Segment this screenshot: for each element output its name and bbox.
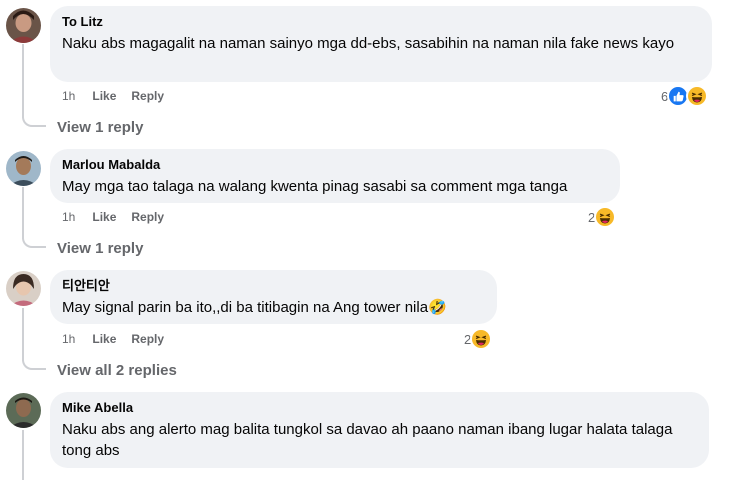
comment-author[interactable]: Mike Abella [62,400,697,416]
comment-text: May mga tao talaga na walang kwenta pina… [62,178,568,195]
comment-actions: 1h Like Reply [62,209,164,225]
thread-line [22,187,24,239]
view-replies-link[interactable]: View 1 reply [57,118,143,138]
reply-button[interactable]: Reply [131,209,164,225]
comment-author[interactable]: 티안티안 [62,278,485,294]
comment-timestamp[interactable]: 1h [62,331,75,347]
reply-button[interactable]: Reply [131,331,164,347]
comment-actions: 1h Like Reply [62,88,164,104]
view-replies-link[interactable]: View all 2 replies [57,361,177,381]
avatar[interactable] [6,271,41,306]
comment-bubble: To Litz Naku abs magagalit na naman sain… [50,6,712,82]
reply-connector [22,360,46,370]
comments-section: To Litz Naku abs magagalit na naman sain… [0,0,750,480]
thread-line [22,430,24,480]
avatar[interactable] [6,393,41,428]
comment-bubble: 티안티안 May signal parin ba ito,,di ba titi… [50,270,497,324]
like-button[interactable]: Like [92,331,116,347]
haha-icon [470,328,493,350]
comment-timestamp[interactable]: 1h [62,88,75,104]
reaction-summary[interactable]: 2 [588,206,617,228]
reaction-summary[interactable]: 6 [661,85,709,107]
comment-bubble: Mike Abella Naku abs ang alerto mag bali… [50,392,709,468]
thread-line [22,44,24,118]
comment-bubble: Marlou Mabalda May mga tao talaga na wal… [50,149,620,203]
haha-icon [594,206,617,228]
comment-author[interactable]: Marlou Mabalda [62,157,608,173]
reply-connector [22,117,46,127]
comment-actions: 1h Like Reply [62,331,164,347]
comment-text: Naku abs ang alerto mag balita tungkol s… [62,421,673,459]
avatar[interactable] [6,151,41,186]
comment-text: Naku abs magagalit na naman sainyo mga d… [62,35,675,52]
comment-author[interactable]: To Litz [62,14,700,30]
haha-icon [686,85,709,107]
reply-connector [22,238,46,248]
view-replies-link[interactable]: View 1 reply [57,239,143,259]
reply-button[interactable]: Reply [131,88,164,104]
reaction-summary[interactable]: 2 [464,328,493,350]
comment-text: May signal parin ba ito,,di ba titibagin… [62,299,447,316]
thread-line [22,308,24,361]
like-button[interactable]: Like [92,209,116,225]
avatar[interactable] [6,8,41,43]
comment-timestamp[interactable]: 1h [62,209,75,225]
like-button[interactable]: Like [92,88,116,104]
